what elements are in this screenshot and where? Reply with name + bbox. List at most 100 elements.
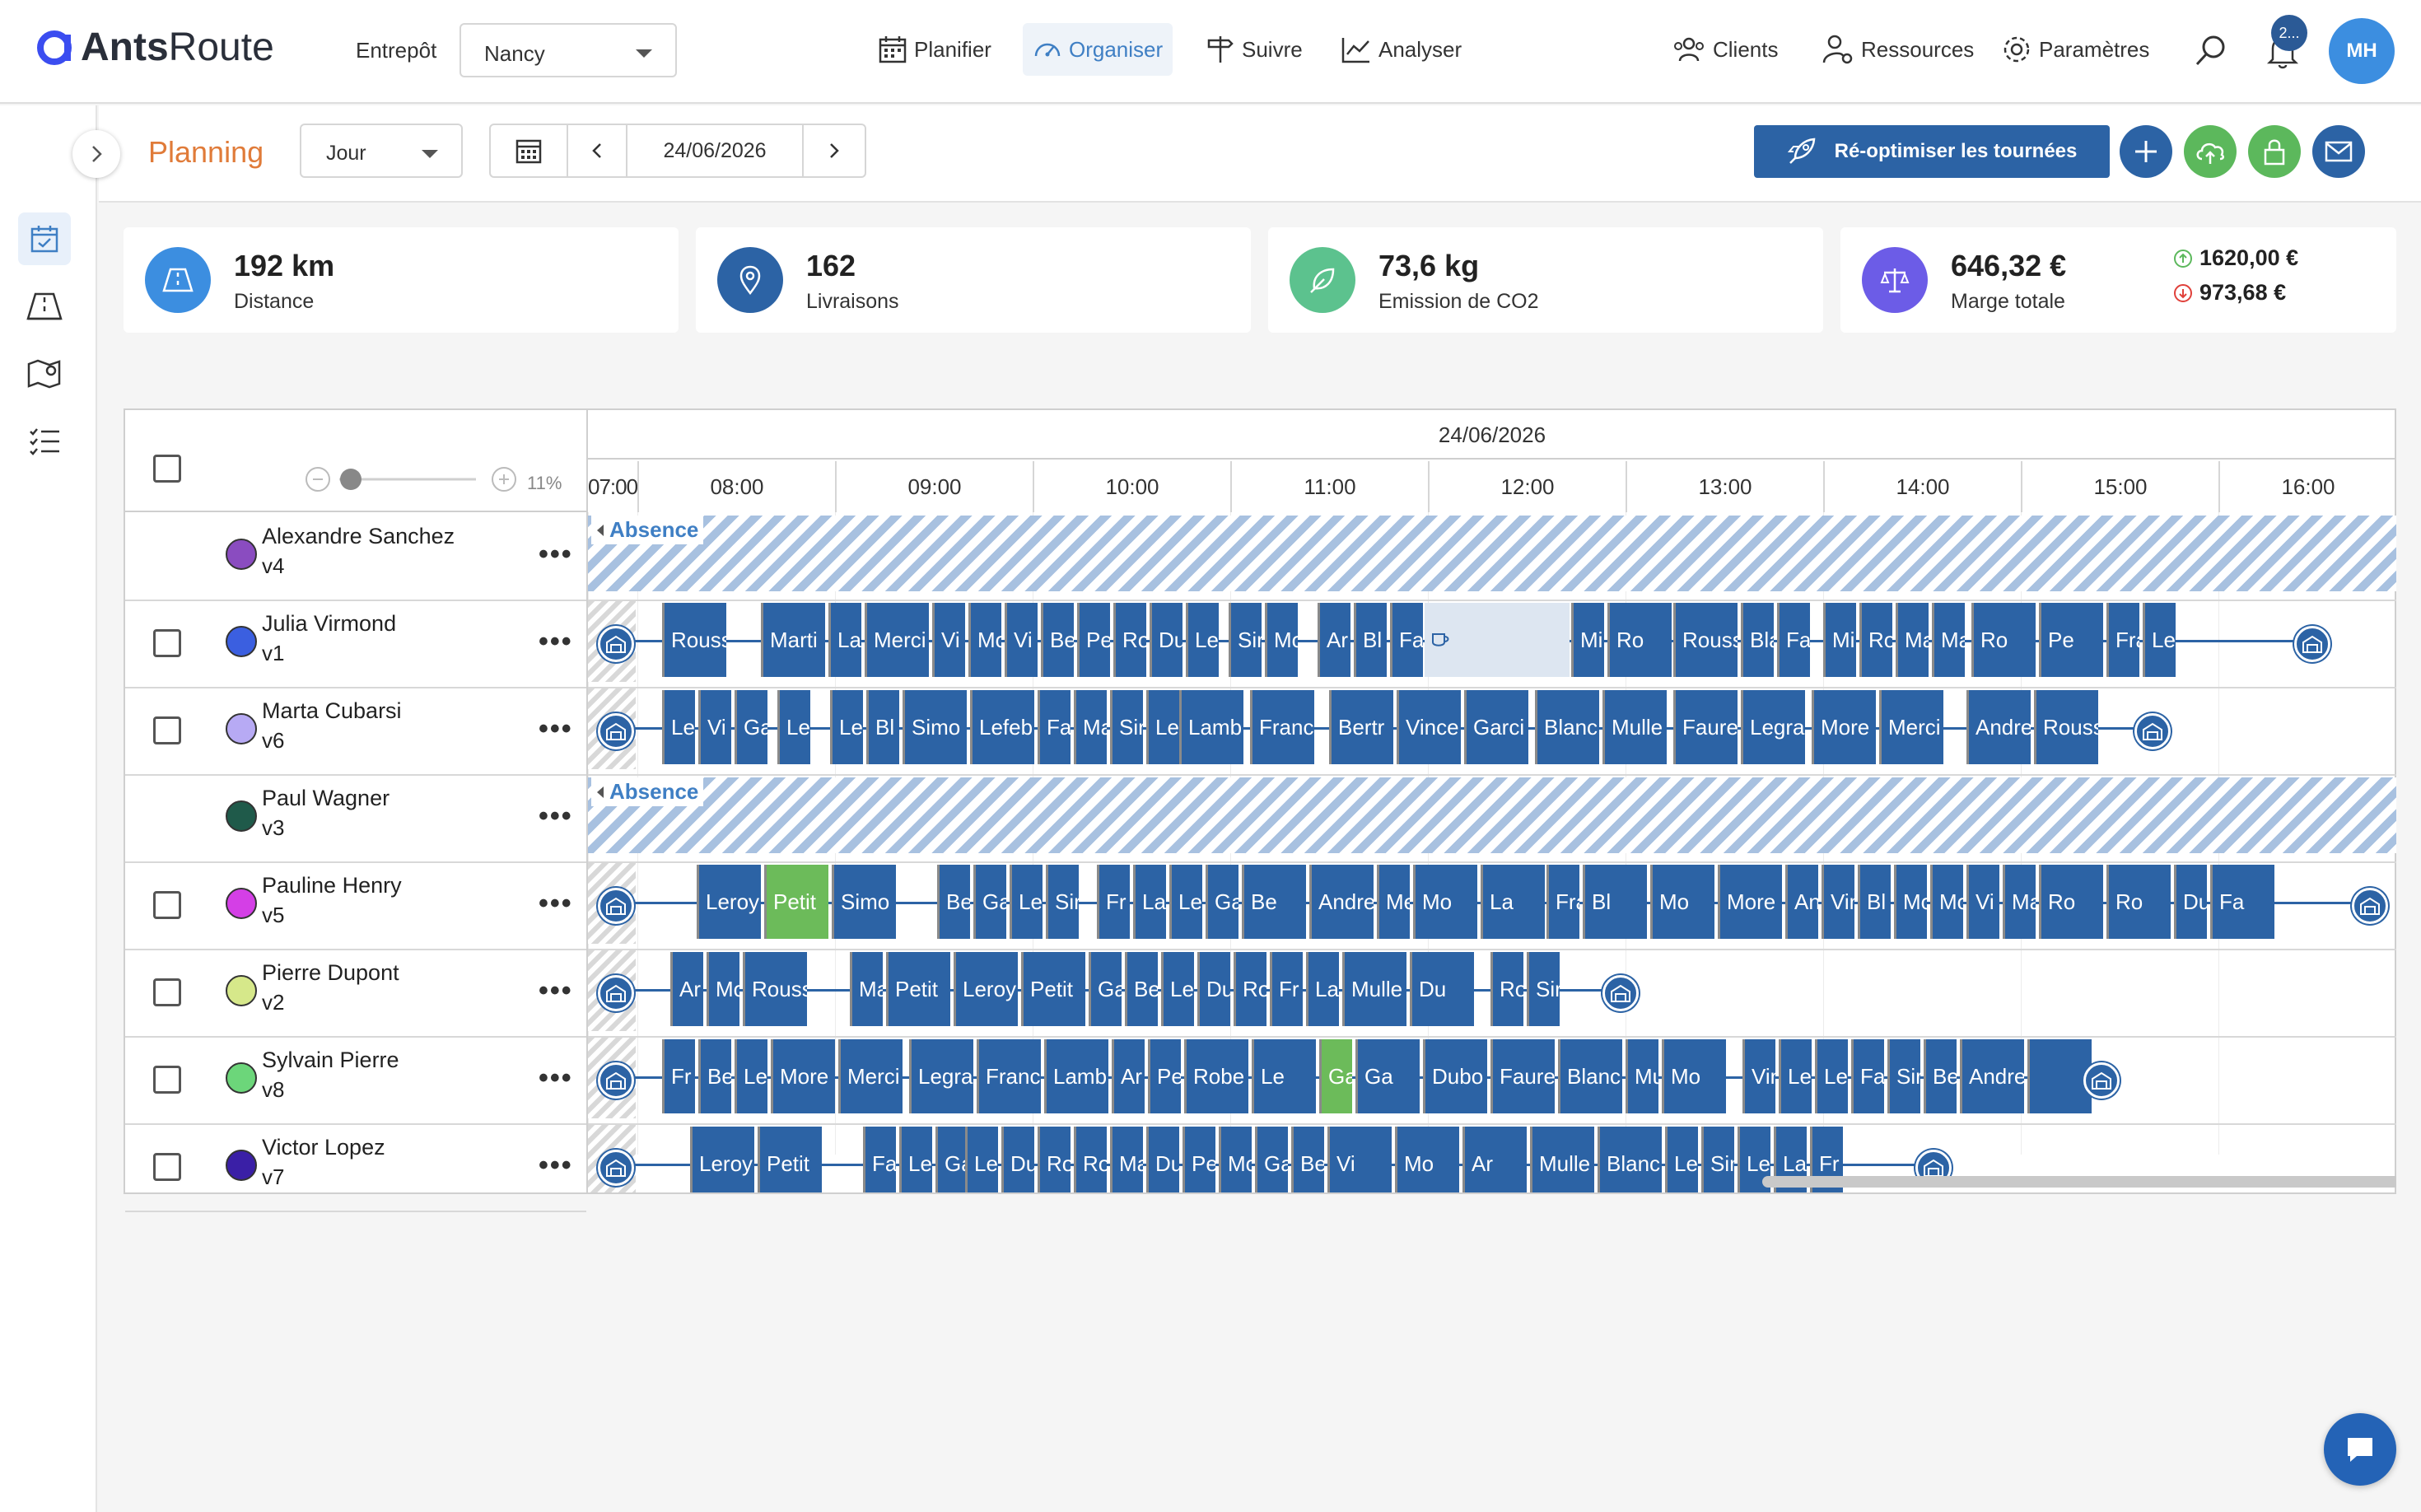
calendar-picker-button[interactable] (491, 125, 568, 176)
delivery-task[interactable]: Rouss (743, 952, 807, 1026)
delivery-task[interactable]: Vi (1005, 603, 1038, 677)
delivery-task[interactable]: Ro (1607, 603, 1672, 677)
nav-organiser[interactable]: Organiser (1023, 23, 1173, 76)
delivery-task[interactable]: Sir (1887, 1039, 1920, 1113)
delivery-task[interactable]: Mulle (1342, 952, 1406, 1026)
delivery-task[interactable]: Ga (973, 865, 1006, 939)
driver-checkbox[interactable] (153, 978, 181, 1006)
delivery-task[interactable]: Mo (1662, 1039, 1726, 1113)
delivery-task[interactable]: Bertr (1329, 690, 1393, 764)
current-date[interactable]: 24/06/2026 (627, 125, 804, 176)
delivery-task[interactable]: Legra (909, 1039, 973, 1113)
delivery-task[interactable]: Garci (1464, 690, 1528, 764)
delivery-task[interactable] (2027, 1039, 2092, 1113)
delivery-task[interactable]: Mulle (1626, 1039, 1658, 1113)
chat-button[interactable] (2324, 1413, 2396, 1486)
delivery-task[interactable]: More (771, 1039, 835, 1113)
driver-row[interactable]: Victor Lopez v7 ••• (125, 1125, 586, 1212)
delivery-task[interactable]: Ar (1462, 1127, 1527, 1192)
delivery-task[interactable]: Bl (1354, 603, 1387, 677)
delivery-task[interactable]: La (1133, 865, 1166, 939)
sidebar-item-routes[interactable] (18, 280, 71, 333)
driver-checkbox[interactable] (153, 891, 181, 919)
driver-row[interactable]: Paul Wagner v3 ••• (125, 776, 586, 863)
view-select[interactable]: Jour (300, 124, 463, 178)
zoom-slider[interactable] (303, 464, 519, 494)
select-all-checkbox[interactable] (153, 455, 181, 483)
delivery-task[interactable]: Ga (1089, 952, 1122, 1026)
depot-end-icon[interactable] (2134, 713, 2171, 749)
delivery-task[interactable]: Fa (1851, 1039, 1884, 1113)
delivery-task[interactable]: Ma (2003, 865, 2036, 939)
delivery-task[interactable]: Ro (1113, 603, 1146, 677)
more-options-icon[interactable]: ••• (539, 626, 573, 658)
delivery-task[interactable]: Sir (1046, 865, 1079, 939)
driver-checkbox[interactable] (153, 716, 181, 744)
delivery-task[interactable]: Mo (968, 603, 1001, 677)
delivery-task[interactable]: Ar (1318, 603, 1350, 677)
delivery-task[interactable]: Merci (1377, 865, 1410, 939)
more-options-icon[interactable]: ••• (539, 1062, 573, 1094)
delivery-task[interactable]: Be (937, 865, 970, 939)
absence-block[interactable]: Absence (588, 516, 2396, 591)
delivery-task[interactable]: Mo (1395, 1127, 1459, 1192)
delivery-task[interactable]: Leroy (954, 952, 1018, 1026)
delivery-task[interactable]: Ro (1859, 603, 1892, 677)
delivery-task[interactable]: Be (1242, 865, 1306, 939)
depot-start-icon[interactable] (598, 975, 634, 1011)
delivery-task[interactable]: Petit (758, 1127, 822, 1192)
delivery-task[interactable]: Le (965, 1127, 998, 1192)
delivery-task[interactable]: Ma (1110, 1127, 1143, 1192)
sidebar-item-map[interactable] (18, 348, 71, 400)
driver-checkbox[interactable] (153, 1153, 181, 1181)
add-button[interactable] (2120, 125, 2172, 178)
delivery-task[interactable]: Marti (761, 603, 825, 677)
delivery-task[interactable]: Faure (1777, 603, 1810, 677)
delivery-task[interactable]: Petit (764, 865, 828, 939)
driver-row[interactable]: Marta Cubarsi v6 ••• (125, 688, 586, 776)
driver-row[interactable]: Pierre Dupont v2 ••• (125, 950, 586, 1038)
delivery-task[interactable]: Ga (1255, 1127, 1288, 1192)
delivery-task[interactable]: Mulle (1530, 1127, 1594, 1192)
delivery-task[interactable]: Dubo (1423, 1039, 1487, 1113)
delivery-task[interactable]: Sir (1527, 952, 1560, 1026)
delivery-task[interactable]: Pe (1183, 1127, 1215, 1192)
delivery-task[interactable]: Le (1169, 865, 1202, 939)
cloud-upload-button[interactable] (2184, 125, 2237, 178)
delivery-task[interactable]: Legra (2143, 603, 2176, 677)
delivery-task[interactable]: Du (1150, 603, 1183, 677)
delivery-task[interactable]: Lefeb (970, 690, 1034, 764)
delivery-task[interactable]: Vince (1822, 865, 1854, 939)
logo[interactable]: AntsRoute (36, 25, 274, 70)
delivery-task[interactable]: Blanc (1741, 603, 1774, 677)
delivery-task[interactable]: Fr (662, 1039, 695, 1113)
delivery-task[interactable]: Vince (1742, 1039, 1775, 1113)
delivery-task[interactable]: Simo (903, 690, 967, 764)
delivery-task[interactable]: Blanc (1558, 1039, 1622, 1113)
delivery-task[interactable]: Ro (1234, 952, 1266, 1026)
delivery-task[interactable]: Be (1291, 1127, 1324, 1192)
delivery-task[interactable]: Du (1146, 1127, 1179, 1192)
delivery-task[interactable]: Ga (1206, 865, 1238, 939)
delivery-task[interactable]: Le (1161, 952, 1194, 1026)
driver-row[interactable]: Pauline Henry v5 ••• (125, 863, 586, 950)
delivery-task[interactable]: Le (1146, 690, 1179, 764)
delivery-task[interactable]: Fa (1038, 690, 1071, 764)
delivery-task[interactable]: Leroy (1665, 1127, 1698, 1192)
delivery-task[interactable]: Le (662, 690, 695, 764)
delivery-task[interactable]: Rouss (662, 603, 726, 677)
depot-end-icon[interactable] (2083, 1062, 2120, 1099)
delivery-task[interactable]: Andre (1309, 865, 1374, 939)
more-options-icon[interactable]: ••• (539, 800, 573, 833)
delivery-task[interactable]: Fr (1097, 865, 1130, 939)
delivery-task[interactable]: Mi (1823, 603, 1856, 677)
delivery-task[interactable]: Le (899, 1127, 932, 1192)
delivery-task[interactable]: Sir (1229, 603, 1262, 677)
horizontal-scrollbar[interactable] (1762, 1176, 2396, 1188)
more-options-icon[interactable]: ••• (539, 539, 573, 571)
delivery-task[interactable]: Be (698, 1039, 731, 1113)
delivery-task[interactable]: Mo (1650, 865, 1714, 939)
delivery-task[interactable]: La (1481, 865, 1545, 939)
delivery-task[interactable]: Mo (1413, 865, 1477, 939)
delivery-task[interactable]: Fa (2210, 865, 2274, 939)
